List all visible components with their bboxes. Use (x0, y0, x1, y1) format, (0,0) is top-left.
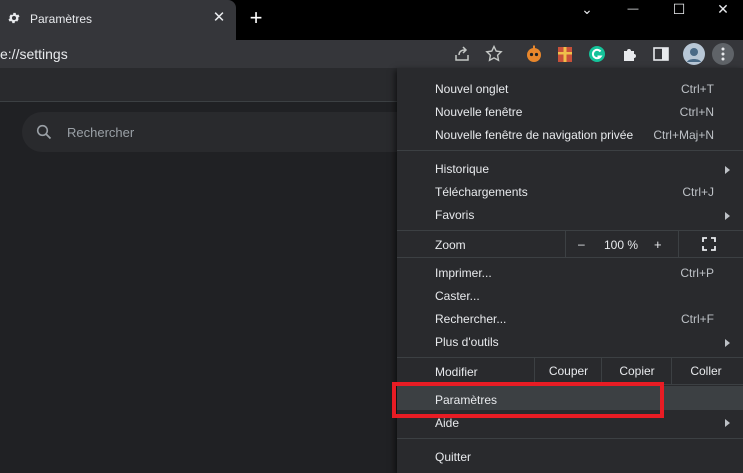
shortcut-new-tab: Ctrl+T (681, 82, 714, 96)
shortcut-new-incognito-window: Ctrl+Maj+N (653, 128, 714, 142)
menu-separator (397, 438, 743, 439)
search-placeholder: Rechercher (67, 125, 135, 140)
menu-item-quit[interactable]: Quitter (435, 450, 471, 464)
menu-separator (397, 230, 743, 231)
new-tab-button[interactable]: + (246, 7, 266, 29)
avatar[interactable] (683, 43, 705, 65)
close-icon[interactable]: ✕ (211, 10, 227, 26)
chevron-right-icon (725, 166, 730, 174)
star-icon[interactable] (484, 44, 504, 64)
side-panel-icon[interactable] (651, 44, 671, 64)
menu-item-new-tab[interactable]: Nouvel onglet (435, 82, 508, 96)
chevron-right-icon (725, 212, 730, 220)
copy-button[interactable]: Copier (601, 358, 672, 384)
edit-label: Modifier (435, 365, 478, 379)
menu-separator (397, 257, 743, 258)
zoom-in-button[interactable]: + (654, 237, 662, 252)
menu-separator (397, 150, 743, 151)
zoom-level: 100 % (604, 238, 639, 252)
shortcut-print: Ctrl+P (680, 266, 714, 280)
more-vertical-icon[interactable] (712, 43, 734, 65)
paste-button[interactable]: Coller (671, 358, 740, 384)
settings-header (0, 68, 400, 102)
shortcut-new-window: Ctrl+N (679, 105, 714, 119)
menu-item-bookmarks[interactable]: Favoris (435, 208, 474, 222)
share-icon[interactable] (452, 44, 472, 64)
gift-extension-icon[interactable] (555, 44, 575, 64)
menu-item-help[interactable]: Aide (435, 416, 459, 430)
divider (678, 231, 679, 257)
divider (0, 101, 400, 102)
grammarly-icon[interactable] (587, 44, 607, 64)
minimize-button[interactable]: — (610, 0, 656, 22)
chevron-right-icon (725, 339, 730, 347)
shortcut-find: Ctrl+F (681, 312, 714, 326)
zoom-out-button[interactable]: – (578, 237, 585, 251)
menu-item-new-incognito-window[interactable]: Nouvelle fenêtre de navigation privée (435, 128, 633, 142)
highlight-box (392, 382, 664, 418)
chevron-right-icon (725, 419, 730, 427)
zoom-label: Zoom (435, 238, 466, 252)
robot-extension-icon[interactable] (524, 44, 544, 64)
puzzle-icon[interactable] (620, 44, 640, 64)
divider (565, 231, 566, 257)
window-close-button[interactable]: ✕ (700, 0, 743, 22)
chevron-down-icon[interactable]: ⌄ (564, 0, 610, 22)
menu-item-history[interactable]: Historique (435, 162, 489, 176)
fullscreen-icon[interactable] (702, 237, 716, 251)
menu-item-cast[interactable]: Caster... (435, 289, 480, 303)
menu-item-downloads[interactable]: Téléchargements (435, 185, 528, 199)
menu-item-new-window[interactable]: Nouvelle fenêtre (435, 105, 522, 119)
search-icon (36, 124, 52, 140)
shortcut-downloads: Ctrl+J (682, 185, 714, 199)
menu-item-print[interactable]: Imprimer... (435, 266, 492, 280)
address-bar-url[interactable]: e://settings (0, 46, 68, 62)
menu-item-find[interactable]: Rechercher... (435, 312, 506, 326)
gear-icon (8, 12, 20, 24)
tab-title: Paramètres (30, 12, 93, 26)
maximize-button[interactable]: ☐ (656, 0, 702, 22)
menu-item-more-tools[interactable]: Plus d'outils (435, 335, 499, 349)
cut-button[interactable]: Couper (534, 358, 602, 384)
